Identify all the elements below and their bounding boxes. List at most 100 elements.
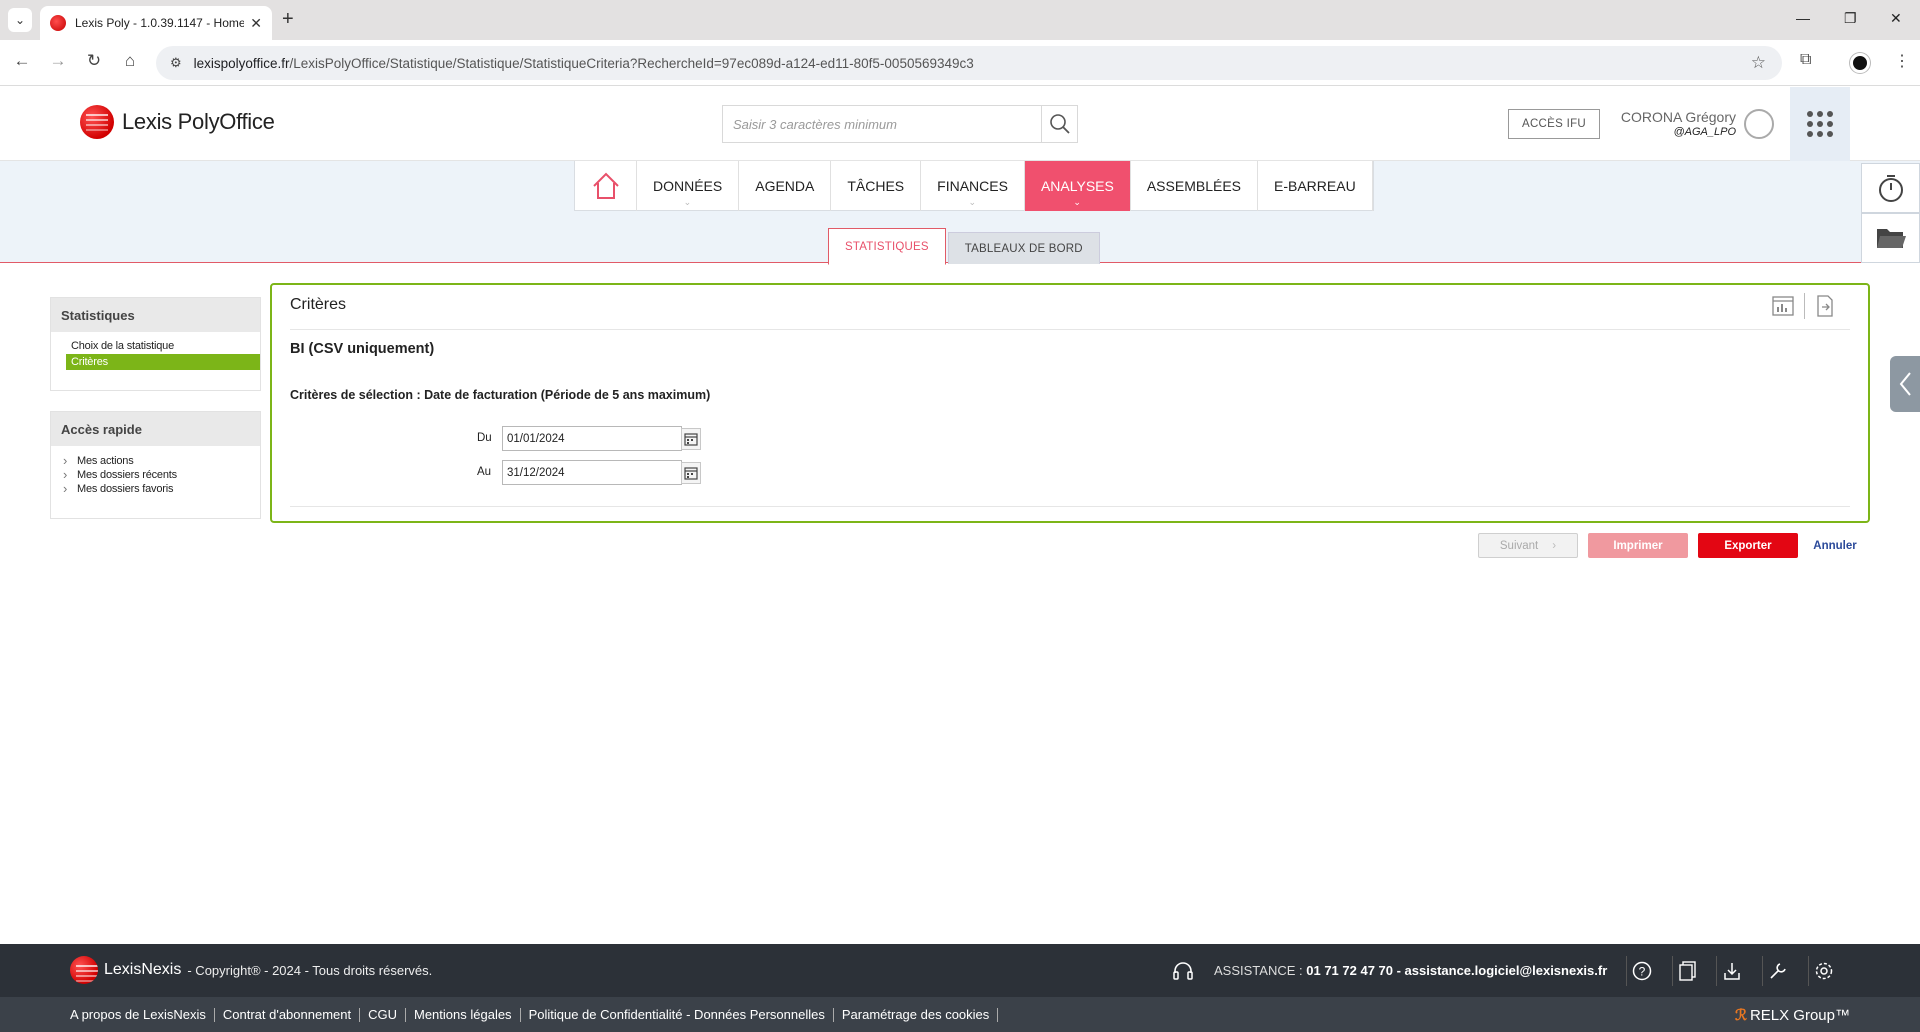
- address-bar: ← → ↻ ⌂ ⚙ lexispolyoffice.fr/LexisPolyOf…: [0, 40, 1920, 86]
- tab-search-button[interactable]: ⌄: [8, 8, 32, 32]
- quick-item-recents[interactable]: Mes dossiers récents: [51, 467, 260, 482]
- nav-band: DONNÉES ⌄ AGENDA TÂCHES FINANCES ⌄ ANALYSE…: [0, 161, 1920, 265]
- browser-menu-icon[interactable]: ⋮: [1894, 51, 1910, 71]
- profile-avatar[interactable]: [1850, 53, 1870, 73]
- back-icon[interactable]: ←: [10, 51, 34, 71]
- browser-home-icon[interactable]: ⌂: [118, 51, 142, 71]
- search-input[interactable]: [723, 106, 1041, 142]
- du-date-value: 01/01/2024: [507, 432, 565, 445]
- nav-taches[interactable]: TÂCHES: [831, 161, 922, 211]
- nav-finances[interactable]: FINANCES ⌄: [921, 161, 1025, 211]
- footer-link-mentions[interactable]: Mentions légales: [406, 1007, 521, 1022]
- criteria-description: Critères de sélection : Date de facturat…: [290, 388, 711, 402]
- tab-statistiques[interactable]: STATISTIQUES: [828, 228, 946, 265]
- site-info-icon[interactable]: ⚙: [170, 55, 182, 71]
- url-path: /LexisPolyOffice/Statistique/Statistique…: [289, 55, 974, 71]
- sidebar-item-choix[interactable]: Choix de la statistique: [51, 338, 260, 354]
- tab-tableaux-de-bord[interactable]: TABLEAUX DE BORD: [947, 232, 1100, 264]
- search-icon: [1049, 114, 1070, 134]
- du-date-field[interactable]: 01/01/2024: [502, 426, 701, 451]
- search-button[interactable]: [1041, 106, 1077, 142]
- nav-assemblees[interactable]: ASSEMBLÉES: [1131, 161, 1258, 211]
- footer-links: A propos de LexisNexis Contrat d'abonnem…: [0, 997, 1920, 1032]
- nav-donnees[interactable]: DONNÉES ⌄: [637, 161, 740, 211]
- help-icon: ?: [1632, 961, 1651, 981]
- suivant-button[interactable]: Suivant ›: [1478, 533, 1578, 558]
- reload-icon[interactable]: ↻: [82, 51, 106, 71]
- help-button[interactable]: ?: [1626, 956, 1656, 986]
- acces-ifu-button[interactable]: ACCÈS IFU: [1508, 109, 1600, 139]
- wrench-icon: [1769, 963, 1786, 979]
- user-avatar-icon[interactable]: [1744, 109, 1774, 139]
- forward-icon[interactable]: →: [46, 51, 70, 71]
- footer-link-contrat[interactable]: Contrat d'abonnement: [215, 1007, 361, 1022]
- svg-text:?: ?: [1638, 965, 1645, 979]
- sub-tabs: STATISTIQUES TABLEAUX DE BORD: [828, 227, 1100, 265]
- exporter-button[interactable]: Exporter: [1698, 533, 1798, 558]
- footer-link-cookies[interactable]: Paramétrage des cookies: [834, 1007, 999, 1022]
- apps-grid-icon: [1807, 111, 1833, 137]
- du-label: Du: [477, 432, 492, 444]
- new-tab-button[interactable]: +: [282, 8, 294, 30]
- au-date-value: 31/12/2024: [507, 466, 565, 479]
- calendar-icon[interactable]: [681, 428, 701, 450]
- relx-text: RELX Group™: [1749, 1006, 1850, 1024]
- folder-button[interactable]: [1861, 213, 1920, 263]
- acces-rapide-panel: Accès rapide Mes actions Mes dossiers ré…: [50, 411, 261, 519]
- calendar-icon[interactable]: [681, 462, 701, 484]
- nav-home[interactable]: [575, 161, 637, 211]
- restore-button[interactable]: ❐: [1844, 10, 1857, 27]
- nav-agenda[interactable]: AGENDA: [739, 161, 832, 211]
- icon-divider: [1804, 293, 1805, 319]
- quick-item-actions[interactable]: Mes actions: [51, 453, 260, 468]
- url-field[interactable]: ⚙ lexispolyoffice.fr/LexisPolyOffice/Sta…: [156, 46, 1782, 80]
- nav-analyses[interactable]: ANALYSES ⌄: [1024, 161, 1131, 211]
- nav-ebarreau[interactable]: E-BARREAU: [1258, 161, 1373, 211]
- extensions-icon[interactable]: ⧉: [1800, 51, 1811, 69]
- bookmark-star-icon[interactable]: ☆: [1751, 53, 1766, 73]
- lexis-logo[interactable]: Lexis PolyOffice: [80, 105, 275, 139]
- annuler-link[interactable]: Annuler: [1810, 533, 1860, 558]
- chevron-left-icon: [1899, 372, 1911, 396]
- user-name: CORONA Grégory: [1620, 109, 1736, 125]
- lexis-logo-mark: [80, 105, 114, 139]
- au-label: Au: [477, 466, 492, 478]
- folder-icon: [1876, 229, 1906, 248]
- imprimer-button[interactable]: Imprimer: [1588, 533, 1688, 558]
- footer-logo: LexisNexis - Copyright® - 2024 - Tous dr…: [70, 956, 432, 984]
- settings-button[interactable]: [1808, 956, 1838, 986]
- relx-mark-icon: ℛ: [1734, 1007, 1747, 1024]
- export-file-icon[interactable]: [1814, 295, 1836, 317]
- relx-logo: ℛ RELX Group™: [1734, 1006, 1850, 1025]
- timer-button[interactable]: [1861, 163, 1920, 213]
- quick-item-favoris[interactable]: Mes dossiers favoris: [51, 481, 260, 496]
- logo-text: Lexis PolyOffice: [122, 109, 275, 134]
- documents-button[interactable]: [1672, 956, 1702, 986]
- collapse-panel-button[interactable]: [1890, 356, 1920, 412]
- criteria-card: Critères BI (CSV uniquement) Critères de…: [270, 283, 1870, 523]
- apps-grid-button[interactable]: [1790, 87, 1850, 161]
- tools-button[interactable]: [1762, 956, 1792, 986]
- sidebar-item-criteres[interactable]: Critères: [66, 354, 260, 370]
- favicon-icon: [50, 15, 66, 31]
- footer-link-cgu[interactable]: CGU: [360, 1007, 406, 1022]
- card-divider-top: [290, 329, 1850, 330]
- app-header: Lexis PolyOffice ACCÈS IFU CORONA Grégor…: [0, 87, 1920, 161]
- tab-title: Lexis Poly - 1.0.39.1147 - Home: [75, 16, 245, 30]
- download-icon: [1723, 963, 1740, 980]
- minimize-button[interactable]: —: [1796, 10, 1810, 26]
- au-date-field[interactable]: 31/12/2024: [502, 460, 701, 485]
- close-tab-icon[interactable]: ✕: [250, 15, 262, 32]
- footer-link-apropos[interactable]: A propos de LexisNexis: [70, 1007, 215, 1022]
- chart-view-icon[interactable]: [1772, 295, 1794, 317]
- download-button[interactable]: [1716, 956, 1746, 986]
- footer-link-confidentialite[interactable]: Politique de Confidentialité - Données P…: [521, 1007, 834, 1022]
- gear-icon: [1815, 962, 1832, 980]
- close-window-button[interactable]: ✕: [1890, 10, 1902, 27]
- url-host: lexispolyoffice.fr: [193, 55, 290, 71]
- headset-icon: [1173, 962, 1193, 980]
- card-title: Critères: [290, 296, 347, 313]
- footer-copyright: - Copyright® - 2024 - Tous droits réserv…: [187, 962, 433, 978]
- browser-tab[interactable]: Lexis Poly - 1.0.39.1147 - Home ✕: [40, 6, 272, 40]
- card-subtitle: BI (CSV uniquement): [290, 341, 435, 357]
